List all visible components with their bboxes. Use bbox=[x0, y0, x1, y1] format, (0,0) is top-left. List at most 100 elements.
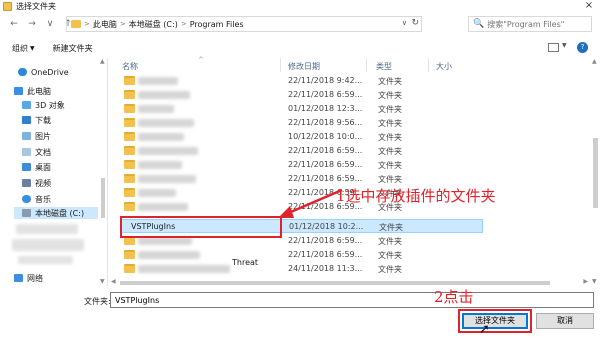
list-item[interactable]: 22/11/2018 9:56... 文件夹 bbox=[120, 116, 483, 130]
item-type: 文件夹 bbox=[378, 77, 402, 86]
recent-dropdown-icon[interactable]: ∨ bbox=[44, 17, 56, 31]
list-item[interactable]: 22/11/2018 6:59... 文件夹 bbox=[120, 88, 483, 102]
scrollbar-thumb[interactable] bbox=[120, 281, 550, 285]
blurred-sidebar-item bbox=[18, 256, 73, 264]
breadcrumb-program-files[interactable]: Program Files bbox=[190, 20, 244, 29]
scrollbar-thumb[interactable] bbox=[101, 178, 105, 218]
list-item[interactable]: 01/12/2018 12:3... 文件夹 bbox=[120, 102, 483, 116]
sidebar-item-downloads[interactable]: 下载 bbox=[22, 114, 51, 126]
folder-icon bbox=[124, 146, 135, 155]
folder-icon bbox=[124, 250, 135, 259]
search-icon: 🔍 bbox=[473, 19, 485, 29]
sidebar-item-documents[interactable]: 文档 bbox=[22, 146, 51, 158]
chevron-down-icon[interactable]: ▼ bbox=[562, 42, 567, 49]
back-arrow-icon[interactable]: ← bbox=[8, 17, 20, 31]
horizontal-scrollbar[interactable]: ◀ ▶ bbox=[110, 278, 590, 288]
scroll-up-icon[interactable]: ▲ bbox=[592, 58, 597, 65]
modified-date: 01/12/2018 12:3... bbox=[288, 104, 363, 113]
blurred-folder-name bbox=[138, 119, 194, 127]
list-item[interactable]: Threat 24/11/2018 11:3... 文件夹 bbox=[120, 258, 483, 276]
column-divider[interactable] bbox=[428, 58, 429, 72]
blurred-folder-name bbox=[138, 251, 200, 259]
sidebar-item-local-disk[interactable]: 本地磁盘 (C:) bbox=[14, 207, 98, 219]
video-icon bbox=[22, 179, 31, 187]
column-divider[interactable] bbox=[280, 58, 281, 72]
folder-icon bbox=[124, 188, 135, 197]
list-item[interactable]: 22/11/2018 6:59... 文件夹 bbox=[120, 234, 483, 248]
scroll-right-icon[interactable]: ▶ bbox=[583, 278, 588, 285]
scroll-left-icon[interactable]: ◀ bbox=[111, 278, 116, 285]
documents-icon bbox=[22, 148, 31, 156]
cloud-icon bbox=[18, 68, 27, 76]
sidebar-item-this-pc[interactable]: 此电脑 bbox=[14, 85, 51, 97]
folder-name: Threat bbox=[232, 258, 259, 267]
new-folder-button[interactable]: 新建文件夹 bbox=[53, 43, 93, 54]
address-dropdown-icon[interactable]: ∨ bbox=[402, 19, 407, 27]
forward-arrow-icon[interactable]: → bbox=[26, 17, 38, 31]
cancel-button[interactable]: 取消 bbox=[536, 313, 594, 329]
sidebar-item-desktop[interactable]: 桌面 bbox=[22, 161, 51, 173]
view-options-icon[interactable] bbox=[548, 43, 559, 52]
item-type: 文件夹 bbox=[378, 265, 402, 274]
item-type: 文件夹 bbox=[378, 251, 402, 260]
chevron-down-icon[interactable]: ▼ bbox=[30, 45, 35, 52]
item-type: 文件夹 bbox=[378, 237, 402, 246]
column-header-name[interactable]: 名称 bbox=[122, 61, 138, 72]
sidebar-item-network[interactable]: 网络 bbox=[14, 272, 43, 284]
column-divider[interactable] bbox=[366, 58, 367, 72]
blurred-folder-name bbox=[138, 203, 188, 211]
scroll-down-icon[interactable]: ▼ bbox=[592, 278, 597, 285]
sidebar-item-label: OneDrive bbox=[31, 67, 69, 77]
close-icon[interactable]: × bbox=[584, 0, 594, 12]
breadcrumb-this-pc[interactable]: 此电脑 bbox=[93, 19, 117, 30]
breadcrumb-local-disk[interactable]: 本地磁盘 (C:) bbox=[129, 19, 178, 30]
search-input[interactable] bbox=[487, 19, 588, 29]
sidebar-item-pictures[interactable]: 图片 bbox=[22, 130, 51, 142]
help-icon[interactable]: ? bbox=[577, 42, 588, 53]
folder-name-field[interactable] bbox=[110, 292, 594, 308]
blurred-folder-name bbox=[138, 91, 190, 99]
sidebar-item-music[interactable]: 音乐 bbox=[22, 193, 51, 205]
scroll-down-icon[interactable]: ▼ bbox=[100, 278, 105, 285]
scroll-up-icon[interactable]: ▲ bbox=[100, 58, 105, 65]
annotation-step2: 2点击 bbox=[434, 288, 474, 306]
modified-date: 22/11/2018 6:59... bbox=[288, 90, 363, 99]
blurred-folder-name bbox=[138, 133, 184, 141]
item-type: 文件夹 bbox=[378, 161, 402, 170]
breadcrumb-separator: > bbox=[180, 20, 187, 28]
column-header-modified[interactable]: 修改日期 bbox=[288, 61, 320, 72]
list-item[interactable]: 22/11/2018 9:42... 文件夹 bbox=[120, 74, 483, 88]
folder-icon bbox=[124, 132, 135, 141]
folder-icon bbox=[124, 104, 135, 113]
sidebar-item-videos[interactable]: 视频 bbox=[22, 177, 51, 189]
modified-date: 24/11/2018 11:3... bbox=[288, 264, 363, 273]
list-item[interactable]: 10/12/2018 10:0... 文件夹 bbox=[120, 130, 483, 144]
modified-date: 22/11/2018 6:59... bbox=[288, 160, 363, 169]
folder-icon bbox=[124, 264, 135, 273]
sidebar-item-label: 文档 bbox=[35, 147, 51, 157]
blurred-folder-name bbox=[138, 147, 198, 155]
search-box[interactable]: 🔍 bbox=[468, 16, 592, 32]
blurred-folder-name bbox=[138, 237, 192, 245]
folder-icon bbox=[71, 20, 81, 28]
address-bar[interactable]: > 此电脑 > 本地磁盘 (C:) > Program Files ∨ ↻ bbox=[66, 16, 422, 32]
toolbar: 组织 ▼ 新建文件夹 ▼ ? bbox=[0, 40, 600, 56]
download-icon bbox=[22, 116, 31, 124]
item-type: 文件夹 bbox=[378, 147, 402, 156]
navigation-pane: OneDrive 此电脑 3D 对象 下载 图片 文档 桌面 视频 音乐 本地磁… bbox=[0, 58, 108, 286]
folder-icon bbox=[124, 76, 135, 85]
column-header-type[interactable]: 类型 bbox=[376, 61, 392, 72]
sidebar-item-onedrive[interactable]: OneDrive bbox=[18, 66, 69, 78]
vertical-scrollbar[interactable]: ▲ ▼ bbox=[590, 58, 600, 288]
sidebar-scrollbar[interactable]: ▲ ▼ bbox=[99, 58, 107, 286]
organize-button[interactable]: 组织 bbox=[12, 43, 28, 54]
column-header-size[interactable]: 大小 bbox=[436, 61, 452, 72]
item-type: 文件夹 bbox=[378, 105, 402, 114]
list-item[interactable]: 22/11/2018 6:59... 文件夹 bbox=[120, 144, 483, 158]
list-item[interactable]: 22/11/2018 6:59... 文件夹 bbox=[120, 248, 483, 262]
scrollbar-thumb[interactable] bbox=[593, 138, 598, 208]
sidebar-item-3d-objects[interactable]: 3D 对象 bbox=[22, 99, 65, 111]
list-item[interactable]: 22/11/2018 6:59... 文件夹 bbox=[120, 158, 483, 172]
refresh-icon[interactable]: ↻ bbox=[411, 18, 419, 28]
select-folder-button[interactable]: 选择文件夹 bbox=[462, 313, 528, 329]
